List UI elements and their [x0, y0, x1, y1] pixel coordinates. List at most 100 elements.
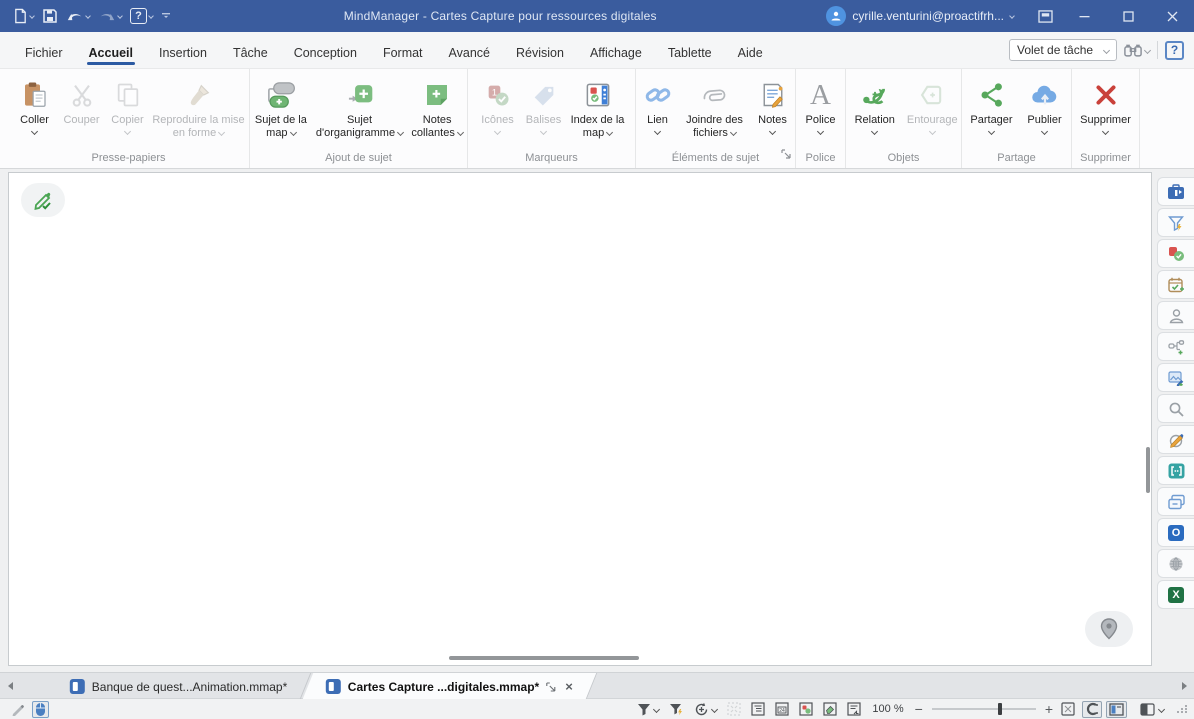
horizontal-scrollbar[interactable] — [449, 656, 639, 660]
open-in-window-icon[interactable] — [547, 681, 557, 691]
chevron-down-icon — [494, 128, 501, 135]
copier-button[interactable]: Copier — [105, 76, 151, 134]
map-canvas[interactable] — [8, 172, 1152, 666]
new-document-button[interactable] — [10, 5, 37, 27]
coller-button[interactable]: Coller — [11, 76, 59, 134]
capture-panel-button[interactable] — [1157, 425, 1194, 454]
chevron-down-icon — [1158, 705, 1165, 712]
tab-fichier[interactable]: Fichier — [12, 37, 76, 68]
fit-selection-icon — [727, 702, 741, 716]
resources-panel-button[interactable] — [1157, 301, 1194, 330]
search-panel-button[interactable] — [1157, 394, 1194, 423]
filter-panel-button[interactable] — [1157, 208, 1194, 237]
sujet-de-la-map-button[interactable]: Sujet de la map — [250, 76, 312, 140]
close-tab-icon[interactable]: × — [566, 679, 574, 694]
index-de-la-map-button[interactable]: Index de la map — [567, 76, 629, 140]
zoom-out-button[interactable]: − — [912, 701, 926, 717]
partager-button[interactable]: Partager — [964, 76, 1020, 134]
supprimer-button[interactable]: Supprimer — [1074, 76, 1138, 134]
markers-panel-button[interactable] — [1157, 239, 1194, 268]
dialog-launcher-icon[interactable] — [781, 146, 791, 164]
schedule-panel-button[interactable] — [1157, 270, 1194, 299]
tab-insertion[interactable]: Insertion — [146, 37, 220, 68]
task-info-panel-button[interactable] — [1157, 177, 1194, 206]
location-pin-button[interactable] — [1085, 611, 1133, 647]
tab-scroll-right-button[interactable] — [1174, 673, 1194, 698]
snippets-panel-button[interactable] — [1157, 456, 1194, 485]
account-menu[interactable]: cyrille.venturini@proactifrh... — [826, 6, 1014, 26]
browser-panel-button[interactable] — [1157, 549, 1194, 578]
tab-tablette[interactable]: Tablette — [655, 37, 725, 68]
filter-button[interactable] — [634, 701, 662, 718]
customize-quick-access-button[interactable] — [158, 8, 174, 24]
images-panel-button[interactable] — [1157, 363, 1194, 392]
panel-layout-toggle-button[interactable] — [1106, 701, 1127, 718]
tab-format[interactable]: Format — [370, 37, 436, 68]
minimize-button[interactable] — [1062, 0, 1106, 32]
couper-button[interactable]: Couper — [59, 76, 105, 127]
doc-tab-banque[interactable]: Banque de quest...Animation.mmap* — [47, 673, 312, 699]
lien-button[interactable]: Lien — [637, 76, 679, 134]
entourage-button[interactable]: Entourage — [904, 76, 962, 134]
help-button[interactable]: ? — [1165, 41, 1184, 60]
maximize-button[interactable] — [1106, 0, 1150, 32]
resize-grip[interactable] — [1177, 705, 1188, 713]
ribbon-tabs: Fichier Accueil Insertion Tâche Concepti… — [12, 32, 776, 68]
eraser-button[interactable] — [820, 701, 840, 718]
mouse-mode-button[interactable] — [32, 701, 49, 718]
notes-collantes-button[interactable]: Notes collantes — [407, 76, 467, 140]
power-filter-button[interactable] — [666, 701, 687, 718]
markers-view-button[interactable] — [796, 701, 816, 718]
schedule-view-button[interactable]: 24 — [772, 701, 792, 718]
relation-button[interactable]: Relation — [846, 76, 904, 134]
icones-button[interactable]: 1 Icônes — [475, 76, 521, 134]
windows-panel-button[interactable] — [1157, 487, 1194, 516]
icon-markers-icon: 1 — [484, 78, 512, 112]
search-map-button[interactable] — [1124, 43, 1150, 58]
zoom-slider-thumb[interactable] — [998, 703, 1002, 715]
group-label-marqueurs: Marqueurs — [468, 152, 635, 164]
redo-button[interactable] — [95, 6, 125, 27]
excel-panel-button[interactable]: X — [1157, 580, 1194, 609]
quick-edit-button[interactable] — [21, 183, 65, 217]
ribbon-display-options-button[interactable] — [1028, 0, 1062, 32]
save-button[interactable] — [39, 5, 61, 27]
power-filter-icon — [669, 703, 684, 716]
zoom-slider[interactable] — [932, 708, 1036, 710]
task-pane-dropdown[interactable]: Volet de tâche — [1009, 39, 1117, 61]
doc-tab-cartes-capture[interactable]: Cartes Capture ...digitales.mmap* × — [303, 673, 597, 699]
joindre-fichiers-button[interactable]: Joindre des fichiers — [679, 76, 751, 140]
notes-button[interactable]: Notes — [751, 76, 795, 134]
map-view-button[interactable] — [844, 701, 864, 718]
balises-button[interactable]: Balises — [521, 76, 567, 134]
tab-conception[interactable]: Conception — [281, 37, 370, 68]
undo-button[interactable] — [63, 6, 93, 27]
close-button[interactable] — [1150, 0, 1194, 32]
tab-aide[interactable]: Aide — [725, 37, 776, 68]
snap-toggle-button[interactable] — [1082, 701, 1102, 718]
tab-revision[interactable]: Révision — [503, 37, 577, 68]
sujet-organigramme-button[interactable]: Sujet d'organigramme — [312, 76, 408, 140]
theme-button[interactable] — [1137, 701, 1167, 718]
tab-tache[interactable]: Tâche — [220, 37, 281, 68]
map-parts-panel-button[interactable] — [1157, 332, 1194, 361]
police-button[interactable]: A Police — [797, 76, 845, 134]
pen-mode-button[interactable] — [8, 701, 28, 718]
vertical-scrollbar[interactable] — [1146, 447, 1150, 493]
chevron-down-icon — [769, 128, 776, 135]
fit-map-button[interactable] — [1058, 701, 1078, 718]
outline-view-button[interactable] — [748, 701, 768, 718]
reproduire-mise-en-forme-button[interactable]: Reproduire la mise en forme — [151, 76, 247, 140]
tab-affichage[interactable]: Affichage — [577, 37, 655, 68]
help-menu-button[interactable]: ? — [127, 5, 156, 27]
zoom-level: 100 % — [872, 703, 903, 715]
zoom-in-button[interactable]: + — [1042, 701, 1056, 717]
fit-selection-button[interactable] — [724, 701, 744, 718]
outlook-panel-button[interactable]: O — [1157, 518, 1194, 547]
tab-accueil[interactable]: Accueil — [76, 37, 146, 68]
publier-button[interactable]: Publier — [1020, 76, 1070, 134]
refresh-add-button[interactable] — [691, 701, 720, 718]
tab-scroll-left-button[interactable] — [0, 673, 20, 698]
police-label: Police — [806, 114, 836, 127]
tab-avance[interactable]: Avancé — [436, 37, 503, 68]
